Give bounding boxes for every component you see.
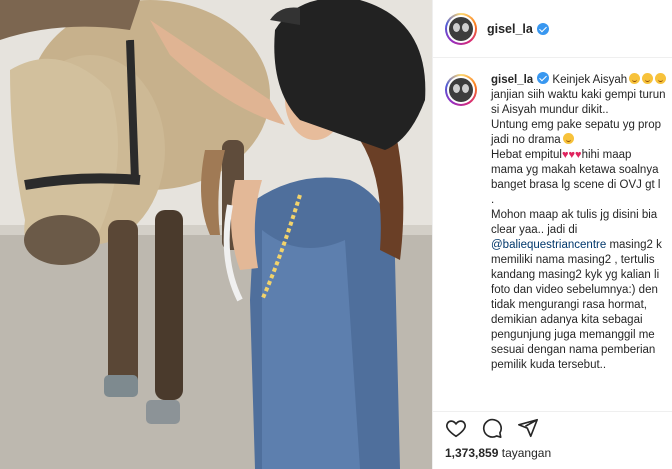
header-username[interactable]: gisel_la	[487, 22, 533, 36]
verified-badge-icon	[537, 72, 550, 84]
caption-line: foto dan video sebelumnya:) den	[491, 284, 658, 296]
video-frame-illustration	[0, 0, 432, 469]
caption-line: Keinjek Aisyah	[552, 74, 628, 86]
caption-line: demikian adanya kita sebagai	[491, 314, 643, 326]
caption-section: gisel_la Keinjek Aisyah janjian siih wak…	[445, 72, 672, 373]
caption-line: tidak mengurangi rasa hormat,	[491, 299, 647, 311]
caption-username[interactable]: gisel_la	[491, 74, 533, 86]
caption-line: memiliki nama masing2 , tertulis	[491, 254, 655, 266]
laughing-emoji-icon	[642, 73, 654, 84]
caption-line: janjian siih waktu kaki gempi turun	[491, 89, 666, 101]
caption-line: mama yg makah ketawa soalnya	[491, 164, 659, 176]
post-video[interactable]	[0, 0, 432, 469]
heart-icon[interactable]	[445, 417, 467, 439]
caption-line: .	[491, 194, 495, 206]
caption-line: hihi maap	[581, 149, 632, 161]
paper-plane-icon[interactable]	[517, 417, 539, 439]
caption-line: si Aisyah mundur dikit..	[491, 104, 609, 116]
post-header: gisel_la	[433, 0, 672, 58]
caption-line: pemilik kuda tersebut..	[491, 359, 607, 371]
avatar[interactable]	[445, 12, 477, 45]
caption-line: Hebat empitul	[491, 149, 562, 161]
caption-line: sesuai dengan nama pemberian	[491, 344, 656, 356]
caption-line: masing2 k	[609, 239, 662, 251]
caption-text: gisel_la Keinjek Aisyah janjian siih wak…	[491, 72, 667, 373]
caption-line: jadi no drama	[491, 134, 561, 146]
caption-line: Mohon maap ak tulis jg disini bia	[491, 209, 658, 221]
comment-icon[interactable]	[481, 417, 503, 439]
laughing-emoji-icon	[655, 73, 667, 84]
post-sidebar: gisel_la gisel_la Keinjek Aisyah janjian…	[432, 0, 672, 469]
caption-line: kandang masing2 kyk yg kalian li	[491, 269, 660, 281]
post-actions: 1,373,859 tayangan	[433, 411, 672, 460]
views-label: tayangan	[501, 446, 552, 460]
caption-avatar[interactable]	[445, 74, 477, 106]
views-number: 1,373,859	[445, 446, 499, 460]
verified-badge-icon	[536, 22, 549, 35]
caption-line: pengunjung juga memanggil me	[491, 329, 655, 341]
views-count[interactable]: 1,373,859 tayangan	[445, 446, 661, 460]
laughing-emoji-icon	[629, 73, 641, 84]
grinning-emoji-icon	[562, 133, 574, 144]
caption-line: clear yaa.. jadi di	[491, 224, 578, 236]
caption-line: Untung emg pake sepatu yg prop	[491, 119, 662, 131]
red-heart-icon: ♥♥♥	[561, 149, 582, 161]
caption-line: banget brasa lg scene di OVJ gt l	[491, 179, 661, 191]
mention-link[interactable]: @baliequestriancentre	[491, 239, 606, 251]
